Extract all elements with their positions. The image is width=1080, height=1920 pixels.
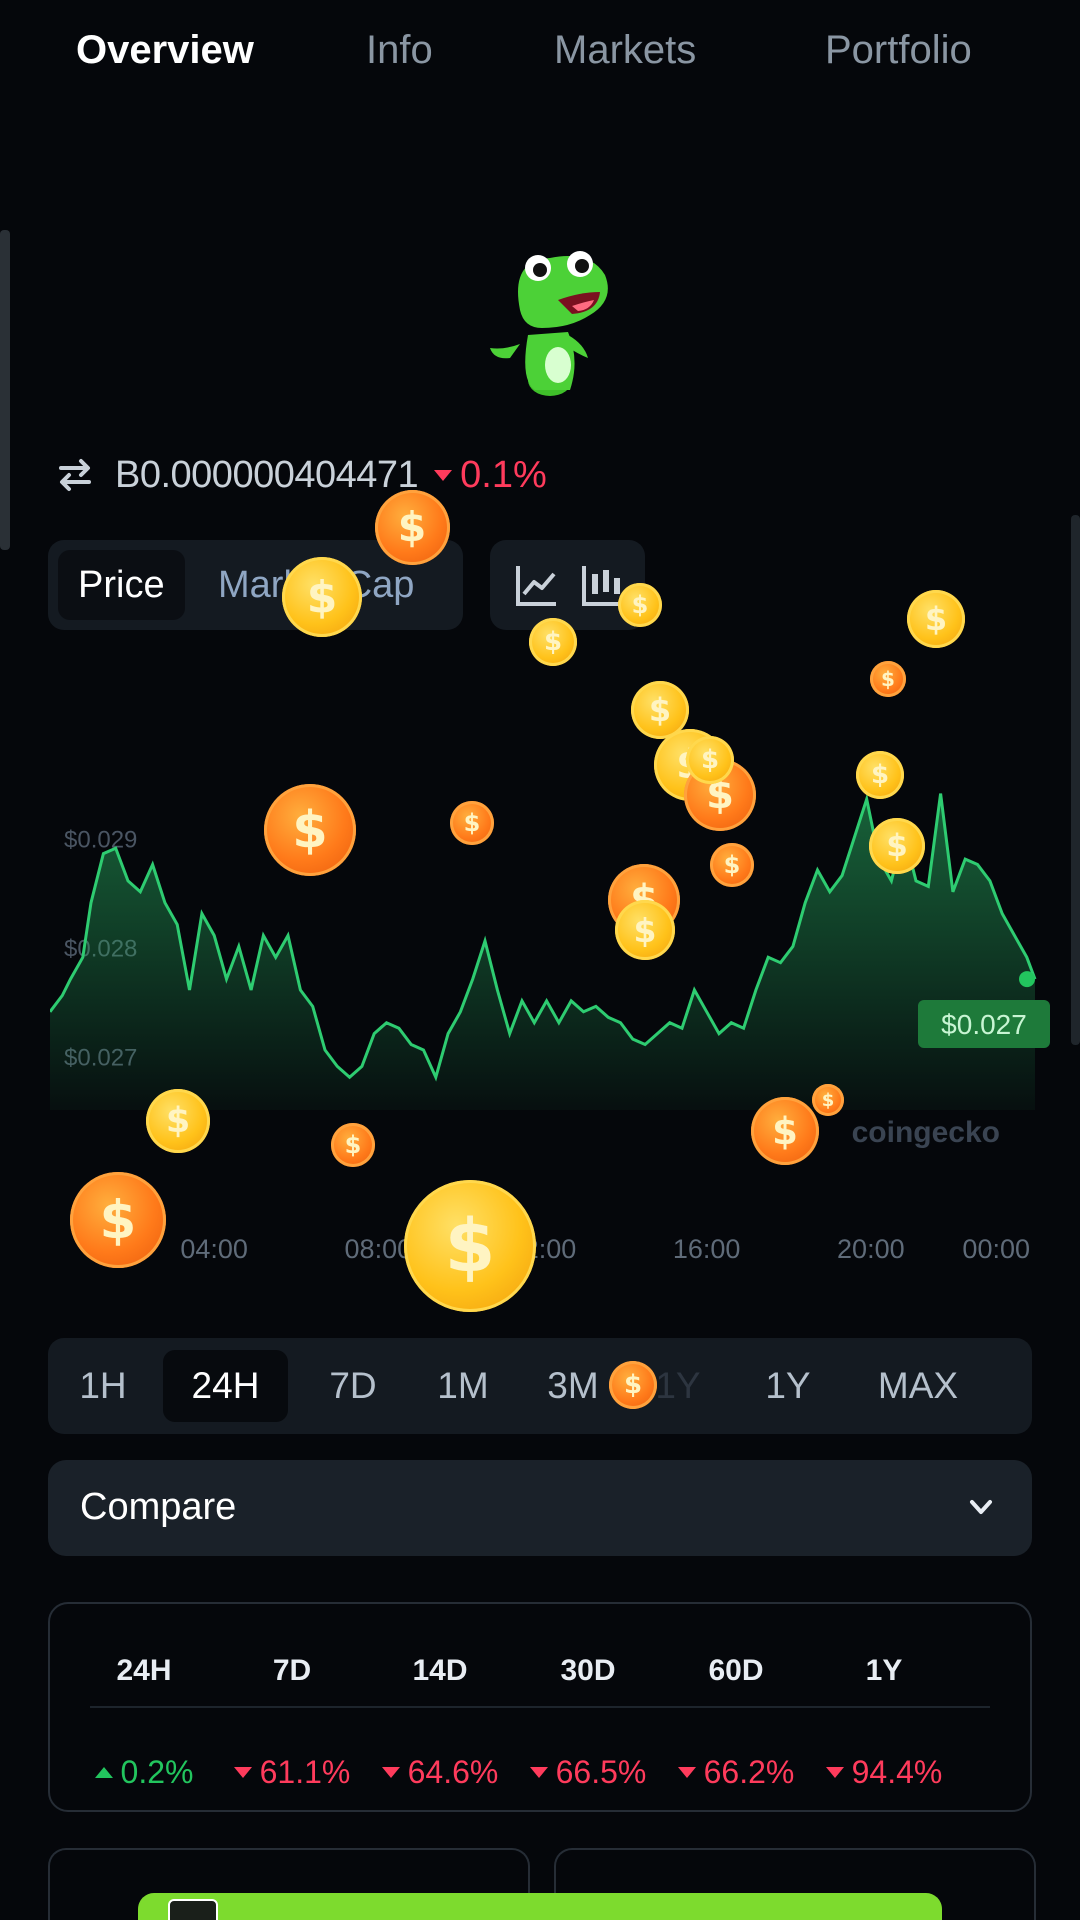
perf-value-30d: 66.5% <box>514 1754 662 1791</box>
perf-value-14d-text: 64.6% <box>407 1754 499 1790</box>
down-triangle-icon <box>381 1767 400 1778</box>
coingecko-watermark: coingecko <box>852 1116 1000 1149</box>
range-24h[interactable]: 24H <box>163 1350 288 1422</box>
perf-header-1y: 1Y <box>865 1654 903 1687</box>
down-triangle-icon <box>434 469 453 481</box>
perf-value-60d-text: 66.2% <box>703 1754 795 1790</box>
tab-portfolio[interactable]: Portfolio <box>825 28 972 73</box>
perf-header-60d: 60D <box>708 1654 764 1687</box>
dollar-coin-icon: $ <box>856 751 904 799</box>
top-tab-bar: Overview Info Markets Portfolio <box>0 20 1080 80</box>
gecko-mascot <box>490 251 608 396</box>
ad-banner[interactable] <box>138 1893 942 1920</box>
perf-value-1y: 94.4% <box>810 1754 958 1791</box>
price-change-value: 0.1% <box>460 453 547 496</box>
range-1m[interactable]: 1M <box>408 1350 518 1422</box>
performance-table: 24H 7D 14D 30D 60D 1Y 0.2% 61.1% 64.6% 6… <box>48 1602 1032 1812</box>
y-tick-label: $0.029 <box>64 826 137 853</box>
price-row: B0.000000404471 0.1% <box>55 450 547 500</box>
perf-divider <box>90 1706 990 1708</box>
compare-dropdown[interactable]: Compare <box>48 1460 1032 1556</box>
price-change: 0.1% <box>434 454 547 497</box>
price-toggle-button[interactable]: Price <box>58 550 185 620</box>
scroll-indicator-right <box>1071 515 1080 1045</box>
dollar-coin-icon: $ <box>751 1097 819 1165</box>
dollar-coin-icon: $ <box>146 1089 210 1153</box>
dollar-coin-icon: $ <box>869 818 925 874</box>
swap-icon[interactable] <box>55 455 95 495</box>
time-range-selector: 1H 24H 7D 1M 3M 1Y 1Y MAX <box>48 1338 1032 1434</box>
dollar-coin-icon: $ <box>609 1361 657 1409</box>
dollar-coin-icon: $ <box>331 1123 375 1167</box>
dollar-coin-icon: $ <box>710 843 754 887</box>
current-price-dot <box>1019 971 1035 988</box>
perf-value-7d: 61.1% <box>218 1754 366 1791</box>
x-tick-label: 00:00 <box>962 1234 1030 1264</box>
perf-value-30d-text: 66.5% <box>555 1754 647 1790</box>
ad-badge-icon <box>168 1899 218 1920</box>
line-chart-icon[interactable] <box>512 560 562 610</box>
x-tick-label: 16:00 <box>673 1234 741 1264</box>
coin-detail-screen: Overview Info Markets Portfolio B0.00000… <box>0 0 1080 1920</box>
perf-value-14d: 64.6% <box>366 1754 514 1791</box>
dollar-coin-icon: $ <box>615 900 675 960</box>
down-triangle-icon <box>233 1767 252 1778</box>
perf-header-24h: 24H <box>116 1654 172 1687</box>
dollar-coin-icon: $ <box>870 661 906 697</box>
dollar-coin-icon: $ <box>907 590 965 648</box>
perf-value-1y-text: 94.4% <box>851 1754 943 1790</box>
perf-value-60d: 66.2% <box>662 1754 810 1791</box>
range-max[interactable]: MAX <box>848 1350 988 1422</box>
perf-value-7d-text: 61.1% <box>259 1754 351 1790</box>
x-tick-label: 20:00 <box>837 1234 905 1264</box>
dollar-coin-icon: $ <box>686 736 734 784</box>
price-chart[interactable]: $0.029$0.028$0.027 $0.027 coingecko 04:0… <box>50 720 1050 1290</box>
perf-header-7d: 7D <box>272 1654 312 1687</box>
dollar-coin-icon: $ <box>812 1084 844 1116</box>
chevron-down-icon <box>970 1500 992 1514</box>
perf-value-24h: 0.2% <box>70 1754 218 1791</box>
down-triangle-icon <box>529 1767 548 1778</box>
dollar-coin-icon: $ <box>450 801 494 845</box>
current-price-tag: $0.027 <box>918 1000 1050 1048</box>
compare-label: Compare <box>80 1486 237 1528</box>
tab-overview[interactable]: Overview <box>76 28 254 73</box>
up-triangle-icon <box>94 1767 113 1778</box>
tab-info[interactable]: Info <box>366 28 433 73</box>
dollar-coin-icon: $ <box>70 1172 166 1268</box>
range-7d[interactable]: 7D <box>303 1350 403 1422</box>
dollar-coin-icon: $ <box>374 489 450 565</box>
dollar-coin-icon: $ <box>264 784 356 876</box>
dollar-coin-icon: $ <box>282 557 362 637</box>
range-1h[interactable]: 1H <box>58 1350 148 1422</box>
perf-header-30d: 30D <box>560 1654 616 1687</box>
dollar-coin-icon: $ <box>404 1180 536 1312</box>
down-triangle-icon <box>677 1767 696 1778</box>
current-price-label: $0.027 <box>941 1009 1027 1040</box>
perf-header-14d: 14D <box>412 1654 468 1687</box>
range-1y[interactable]: 1Y <box>738 1350 838 1422</box>
x-tick-label: 04:00 <box>180 1234 248 1264</box>
dollar-coin-icon: $ <box>618 583 662 627</box>
down-triangle-icon <box>825 1767 844 1778</box>
x-tick-label: 08:00 <box>345 1234 413 1264</box>
tab-markets[interactable]: Markets <box>554 28 696 73</box>
perf-value-24h-text: 0.2% <box>120 1754 194 1790</box>
dollar-coin-icon: $ <box>529 618 577 666</box>
scroll-indicator-left <box>0 230 10 550</box>
btc-price-value: B0.000000404471 <box>115 453 419 496</box>
